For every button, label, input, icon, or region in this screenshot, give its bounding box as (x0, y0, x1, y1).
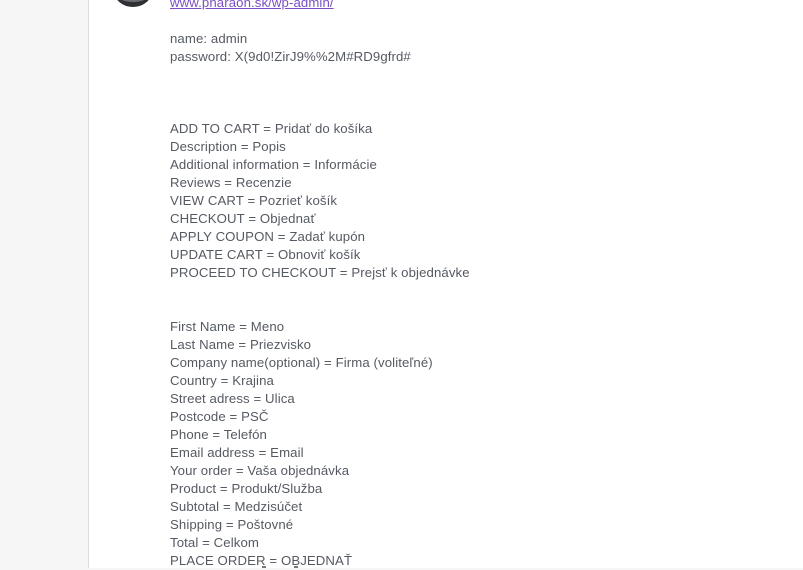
translation-line: Last Name = Priezvisko (170, 337, 312, 352)
translation-line: Postcode = PSČ (170, 409, 269, 424)
credential-name: name: admin (170, 31, 248, 46)
translation-line: APPLY COUPON = Zadať kupón (170, 229, 366, 244)
translation-line: PROCEED TO CHECKOUT = Prejsť k objednávk… (170, 265, 470, 280)
translation-line: UPDATE CART = Obnoviť košík (170, 247, 361, 262)
credential-password: password: X(9d0!ZirJ9%%2M#RD9gfrd# (170, 49, 411, 64)
translation-line: CHECKOUT = Objednať (170, 211, 316, 226)
translation-line: Street adress = Ulica (170, 391, 295, 406)
translation-line: Shipping = Poštovné (170, 517, 294, 532)
left-gutter (0, 0, 88, 568)
translation-line: First Name = Meno (170, 319, 285, 334)
translation-line: Description = Popis (170, 139, 286, 154)
translation-line: Product = Produkt/Služba (170, 481, 323, 496)
translation-line: Your order = Vaša objednávka (170, 463, 350, 478)
translation-line: Email address = Email (170, 445, 304, 460)
translation-line: ADD TO CART = Pridať do košíka (170, 121, 373, 136)
translation-line: Company name(optional) = Firma (voliteľn… (170, 355, 433, 370)
translation-line: Phone = Telefón (170, 427, 267, 442)
translation-line: Subtotal = Medzisúčet (170, 499, 303, 514)
translation-line: Country = Krajina (170, 373, 274, 388)
admin-link[interactable]: www.pharaon.sk/wp-admin/ (170, 0, 770, 12)
translation-line: PLACE ORDER = OBJEDNAŤ (170, 553, 353, 568)
translation-line: Total = Celkom (170, 535, 259, 550)
translation-line: Additional information = Informácie (170, 157, 377, 172)
cut-off-text (262, 560, 352, 570)
post-body: www.pharaon.sk/wp-admin/ name: admin pas… (170, 0, 770, 570)
translation-line: VIEW CART = Pozrieť košík (170, 193, 338, 208)
translation-line: Reviews = Recenzie (170, 175, 292, 190)
